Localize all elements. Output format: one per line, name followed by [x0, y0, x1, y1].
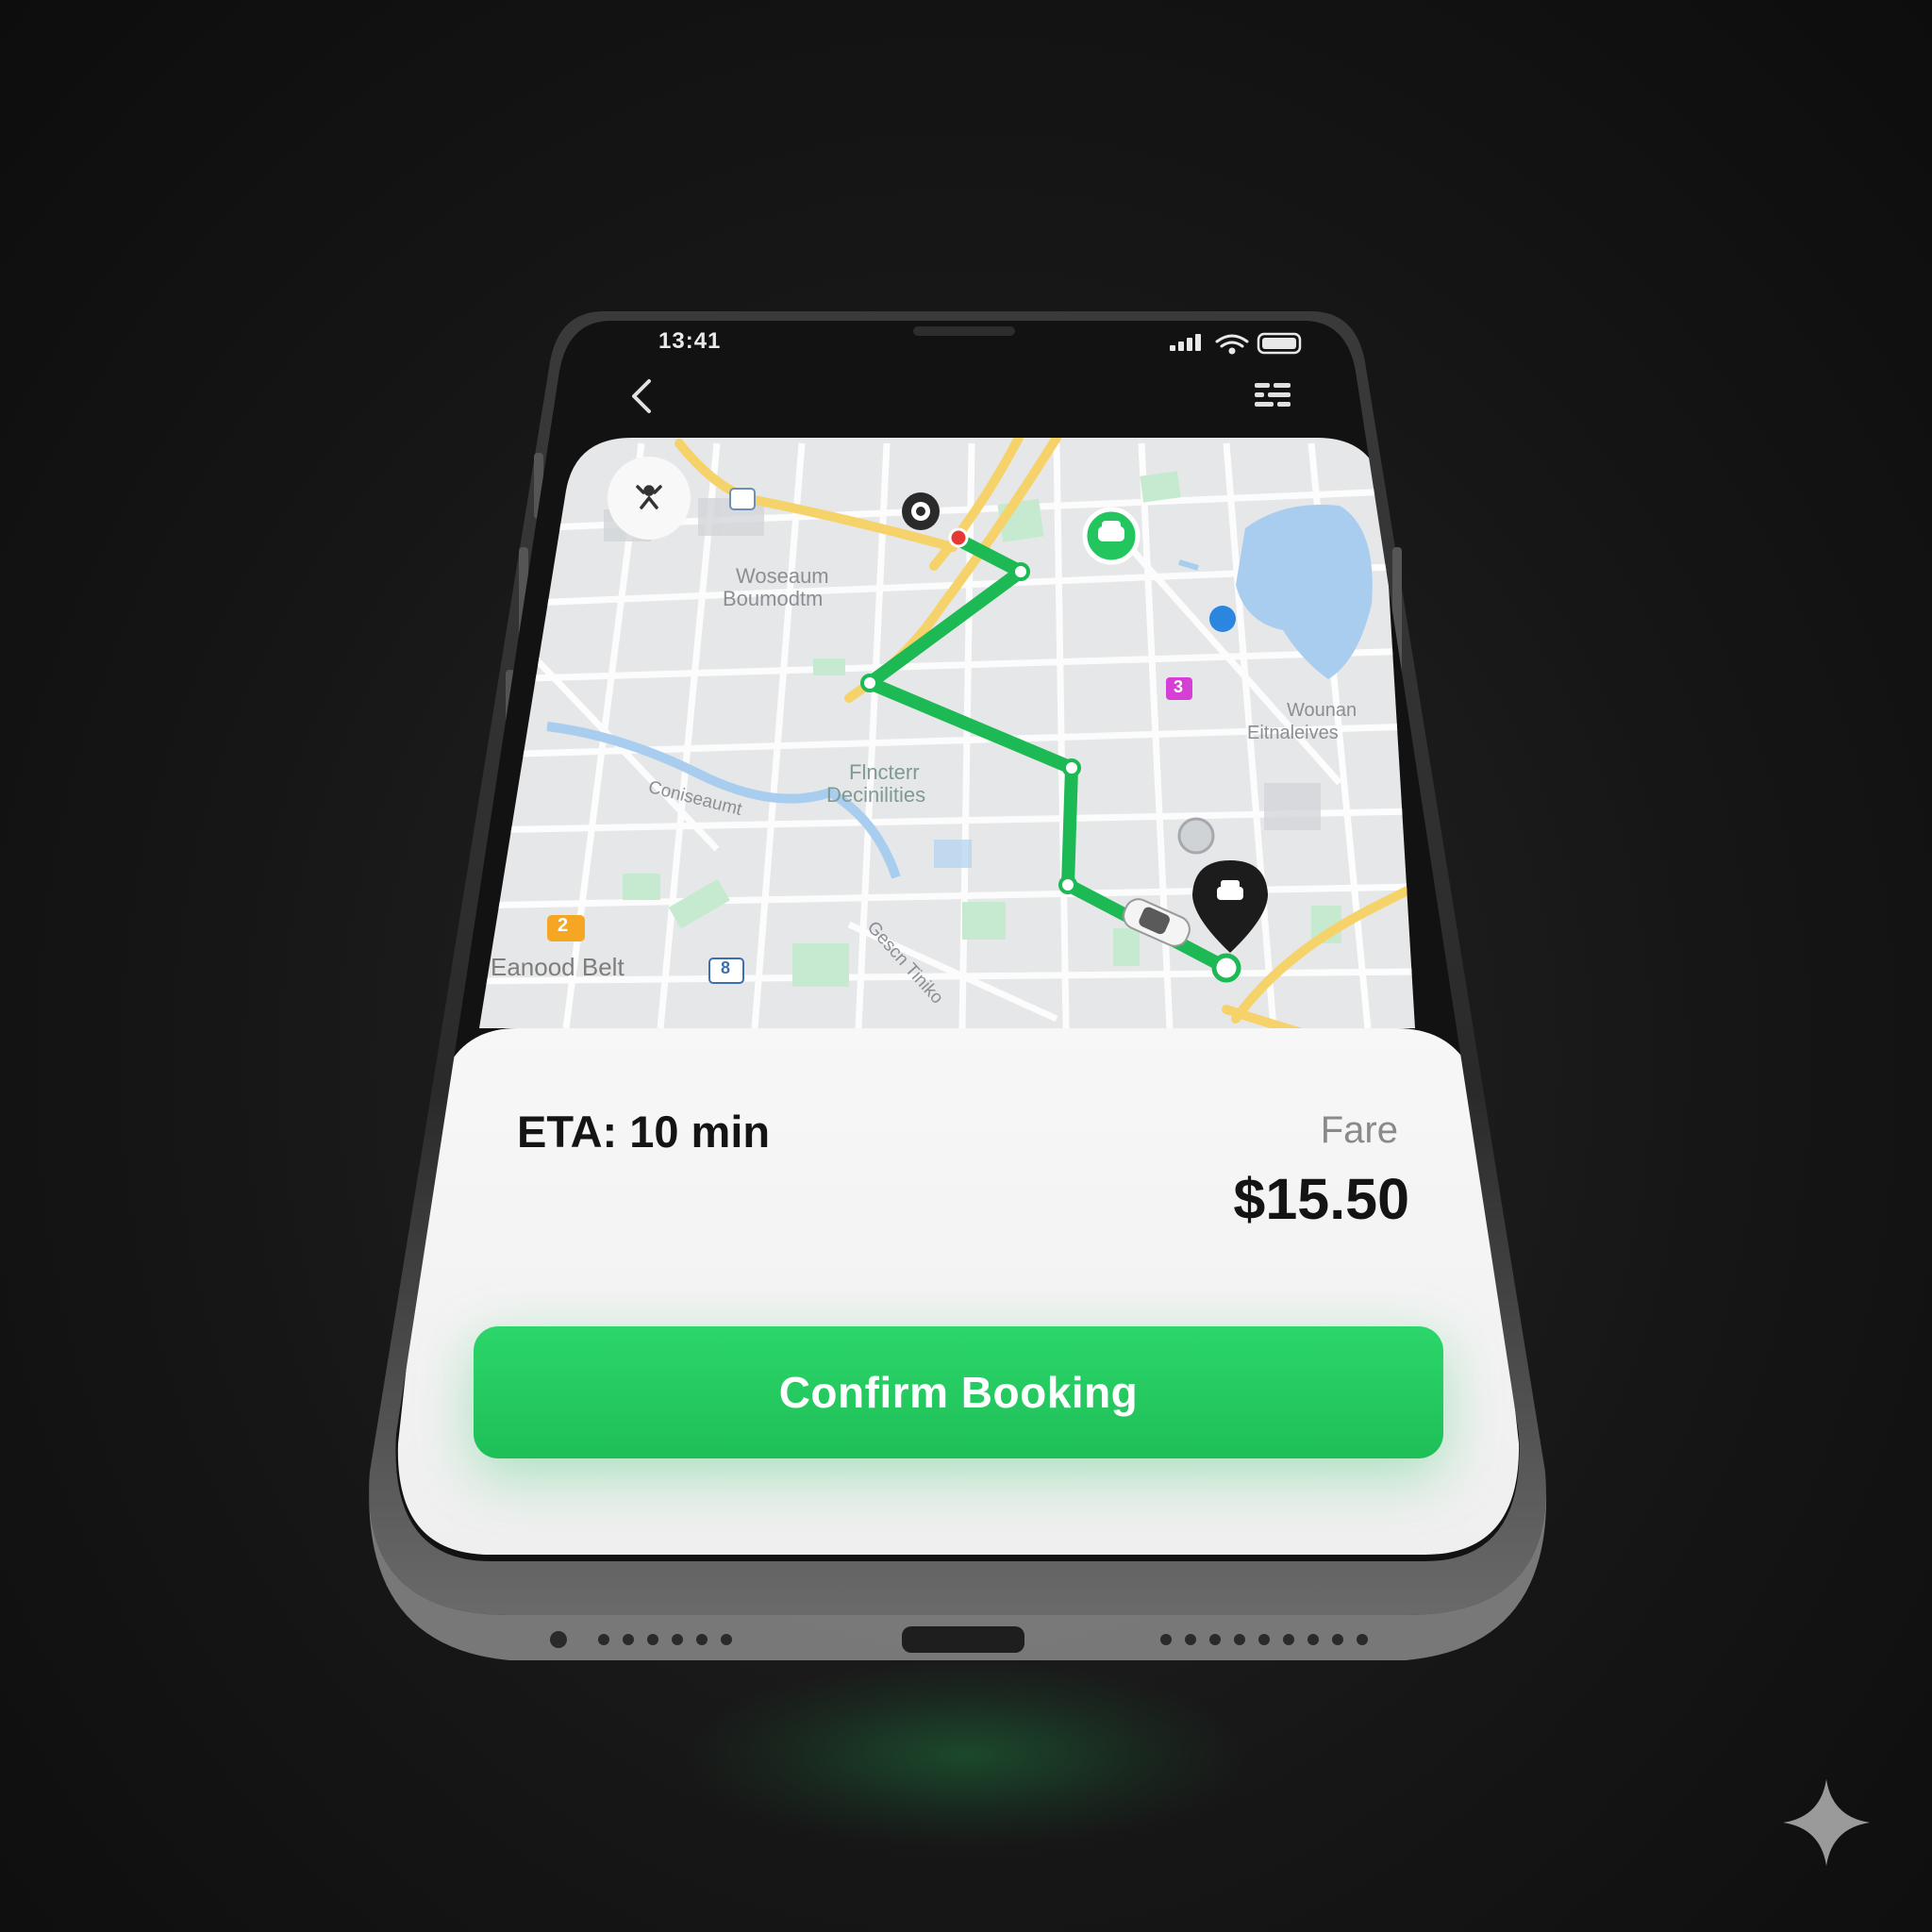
map-label: Eanood Belt	[491, 953, 625, 981]
status-time: 13:41	[658, 328, 722, 354]
eta-text: ETA: 10 min	[517, 1107, 771, 1157]
taxi-stop-icon[interactable]	[1082, 507, 1141, 565]
map-label: Decinilities	[826, 783, 926, 807]
charging-port	[902, 1626, 1024, 1653]
confirm-booking-button[interactable]: Confirm Booking	[474, 1326, 1443, 1458]
map-label: Woseaum	[736, 564, 829, 588]
map-badge-number: 3	[1174, 677, 1184, 696]
map-badge-number: 8	[721, 958, 731, 977]
map-label: Flncterr	[849, 760, 920, 784]
map-label: Boumodtm	[723, 587, 824, 610]
earpiece	[913, 326, 1015, 336]
scene: 13:41 Woseaum Boumodtm Flncterr Decinili…	[0, 0, 1932, 1932]
fare-value: $15.50	[1233, 1167, 1409, 1231]
map-badge-number: 2	[558, 915, 569, 936]
fare-label: Fare	[1320, 1109, 1398, 1151]
phone-device	[369, 311, 1547, 1660]
map-label: Eitnaleives	[1247, 723, 1339, 743]
map-label: Wounan	[1287, 700, 1357, 721]
user-location-button[interactable]	[608, 457, 691, 540]
sparkle-icon	[1783, 1779, 1870, 1866]
confirm-booking-label: Confirm Booking	[778, 1368, 1139, 1417]
